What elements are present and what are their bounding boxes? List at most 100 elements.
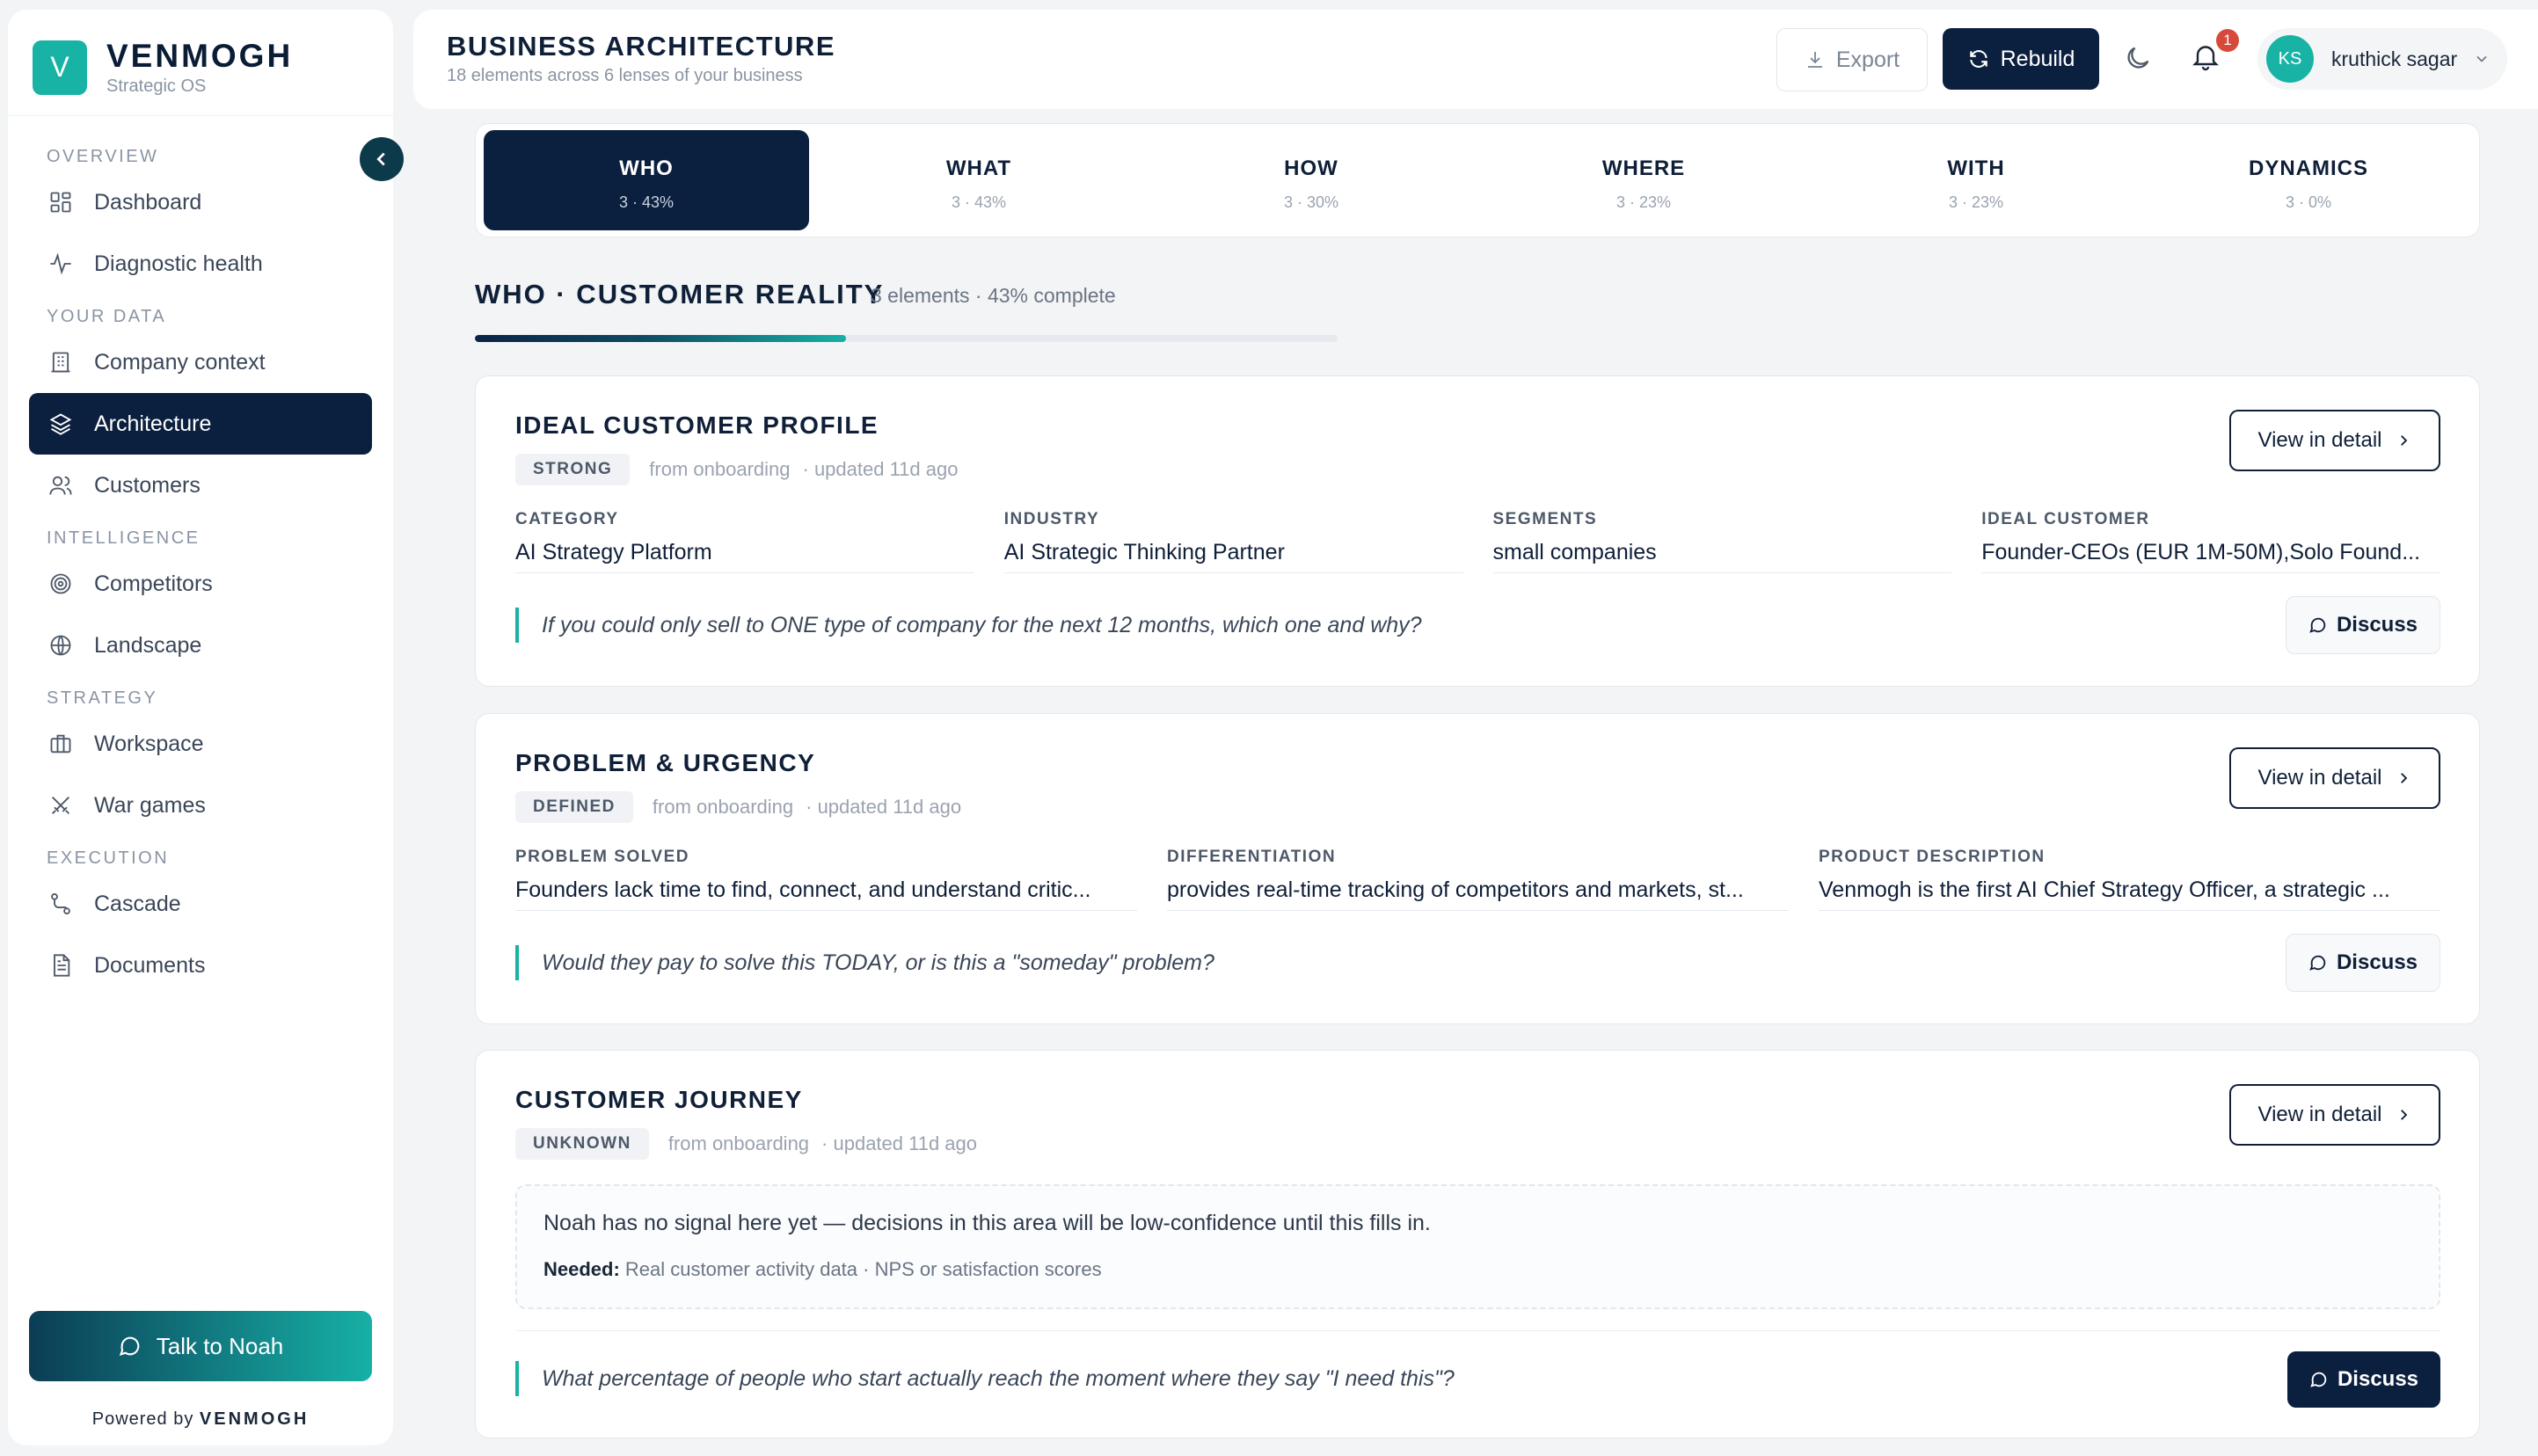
sidebar-item-architecture[interactable]: Architecture [29, 393, 372, 455]
field-value: Founders lack time to find, connect, and… [515, 877, 1137, 911]
field-label: IDEAL CUSTOMER [1981, 510, 2150, 528]
theme-toggle-moon-icon[interactable] [2123, 43, 2153, 77]
sidebar-item-workspace[interactable]: Workspace [29, 713, 372, 775]
nav-section-intelligence: INTELLIGENCE [47, 528, 201, 548]
tab-meta: 3 · 0% [2285, 193, 2332, 211]
powered-prefix: Powered by [91, 1409, 194, 1429]
sidebar-item-documents[interactable]: Documents [29, 935, 372, 996]
status-badge: DEFINED [515, 791, 633, 823]
card-title: CUSTOMER JOURNEY [515, 1086, 803, 1113]
field-label: SEGMENTS [1492, 510, 1598, 528]
tab-dynamics[interactable]: DYNAMICS 3 · 0% [2146, 130, 2471, 230]
view-in-detail-label: View in detail [2257, 1103, 2382, 1126]
brand-subtitle: Strategic OS [106, 76, 207, 96]
tab-what[interactable]: WHAT 3 · 43% [816, 130, 1141, 230]
sidebar-item-dashboard[interactable]: Dashboard [29, 171, 372, 233]
field-differentiation: DIFFERENTIATION provides real-time track… [1167, 848, 1819, 911]
route-icon [47, 890, 75, 918]
field-ideal-customer: IDEAL CUSTOMER Founder-CEOs (EUR 1M-50M)… [1981, 510, 2440, 573]
section-title: WHO · CUSTOMER REALITY [475, 279, 885, 309]
tab-label: HOW [1284, 157, 1338, 180]
brand-logo: V [33, 40, 87, 95]
source-text: from onboarding [667, 1132, 810, 1154]
view-in-detail-label: View in detail [2257, 428, 2382, 452]
field-grid: PROBLEM SOLVED Founders lack time to fin… [515, 848, 2440, 911]
tab-with[interactable]: WITH 3 · 23% [1813, 130, 2139, 230]
sidebar-item-label: Workspace [94, 731, 204, 756]
chevron-right-icon [2401, 773, 2408, 783]
sidebar-item-label: Cascade [94, 891, 181, 916]
discuss-button[interactable]: Discuss [2286, 934, 2440, 992]
tab-who[interactable]: WHO 3 · 43% [484, 130, 809, 230]
export-button[interactable]: Export [1776, 28, 1928, 91]
target-icon [47, 570, 75, 598]
field-category: CATEGORY AI Strategy Platform [515, 510, 1004, 573]
view-in-detail-button[interactable]: View in detail [2229, 1084, 2440, 1146]
user-menu[interactable]: KS kruthick sagar [2257, 28, 2507, 90]
discuss-button[interactable]: Discuss [2286, 596, 2440, 654]
sidebar-item-label: Company context [94, 349, 266, 375]
sidebar-item-landscape[interactable]: Landscape [29, 615, 372, 676]
card-title: PROBLEM & URGENCY [515, 749, 816, 776]
powered-brand: VENMOGH [199, 1409, 310, 1429]
chevron-left-icon [376, 152, 385, 166]
needed-items: Real customer activity data · NPS or sat… [624, 1258, 1102, 1280]
status-badge: UNKNOWN [515, 1128, 649, 1160]
pulse-icon [47, 250, 75, 278]
card-meta: STRONG from onboarding · updated 11d ago [515, 454, 958, 485]
status-badge: STRONG [515, 454, 631, 485]
discuss-label: Discuss [2336, 950, 2418, 974]
chat-icon [2310, 1372, 2327, 1387]
view-in-detail-button[interactable]: View in detail [2229, 410, 2440, 471]
chat-icon [119, 1336, 140, 1356]
divider [8, 115, 393, 116]
discuss-button[interactable]: Discuss [2287, 1351, 2440, 1408]
tab-how[interactable]: HOW 3 · 30% [1149, 130, 1474, 230]
prompt-question: What percentage of people who start actu… [515, 1361, 1455, 1396]
chevron-right-icon [2401, 435, 2408, 446]
sidebar-item-customers[interactable]: Customers [29, 455, 372, 516]
field-grid: CATEGORY AI Strategy Platform INDUSTRY A… [515, 510, 2440, 573]
users-icon [47, 471, 75, 499]
brand-name: VENMOGH [106, 38, 294, 74]
tab-label: WHO [619, 157, 674, 180]
rebuild-button[interactable]: Rebuild [1943, 28, 2099, 90]
tab-meta: 3 · 43% [618, 193, 675, 211]
missing-signal-notice: Noah has no signal here yet — decisions … [515, 1184, 2440, 1309]
swords-icon [47, 791, 75, 819]
sidebar-item-war-games[interactable]: War games [29, 775, 372, 836]
page-subtitle: 18 elements across 6 lenses of your busi… [447, 66, 803, 85]
field-label: CATEGORY [515, 510, 619, 528]
collapse-sidebar-button[interactable] [360, 137, 404, 181]
field-label: PRODUCT DESCRIPTION [1819, 848, 2046, 866]
updated-text: · updated 11d ago [806, 796, 962, 818]
field-label: INDUSTRY [1003, 510, 1100, 528]
needed-label: Needed: [543, 1258, 620, 1280]
field-value: Founder-CEOs (EUR 1M-50M),Solo Found... [1981, 540, 2440, 573]
grid-icon [47, 188, 75, 216]
chevron-down-icon [2476, 55, 2487, 62]
download-icon [1807, 52, 1822, 68]
brand[interactable]: V VENMOGH Strategic OS [33, 38, 293, 97]
discuss-label: Discuss [2336, 613, 2418, 637]
card-problem-urgency: PROBLEM & URGENCY DEFINED from onboardin… [475, 713, 2480, 1024]
notification-badge: 1 [2216, 29, 2239, 52]
sidebar-item-competitors[interactable]: Competitors [29, 553, 372, 615]
sidebar-nav: OVERVIEW Dashboard Diagnostic health YOU… [8, 142, 393, 996]
sidebar-item-diagnostic-health[interactable]: Diagnostic health [29, 233, 372, 295]
sidebar-item-company-context[interactable]: Company context [29, 331, 372, 393]
card-meta: UNKNOWN from onboarding · updated 11d ag… [515, 1128, 977, 1160]
tab-meta: 3 · 43% [951, 193, 1007, 211]
building-icon [47, 348, 75, 376]
sidebar: V VENMOGH Strategic OS OVERVIEW Dashboar… [8, 10, 393, 1445]
sidebar-item-cascade[interactable]: Cascade [29, 873, 372, 935]
field-label: DIFFERENTIATION [1167, 848, 1337, 866]
section-progress-bar [475, 335, 1338, 342]
view-in-detail-button[interactable]: View in detail [2229, 747, 2440, 809]
document-icon [47, 951, 75, 979]
talk-to-noah-button[interactable]: Talk to Noah [29, 1311, 372, 1381]
export-label: Export [1835, 47, 1900, 72]
divider [515, 1330, 2440, 1331]
tab-where[interactable]: WHERE 3 · 23% [1481, 130, 1806, 230]
sidebar-item-label: Landscape [94, 632, 202, 658]
